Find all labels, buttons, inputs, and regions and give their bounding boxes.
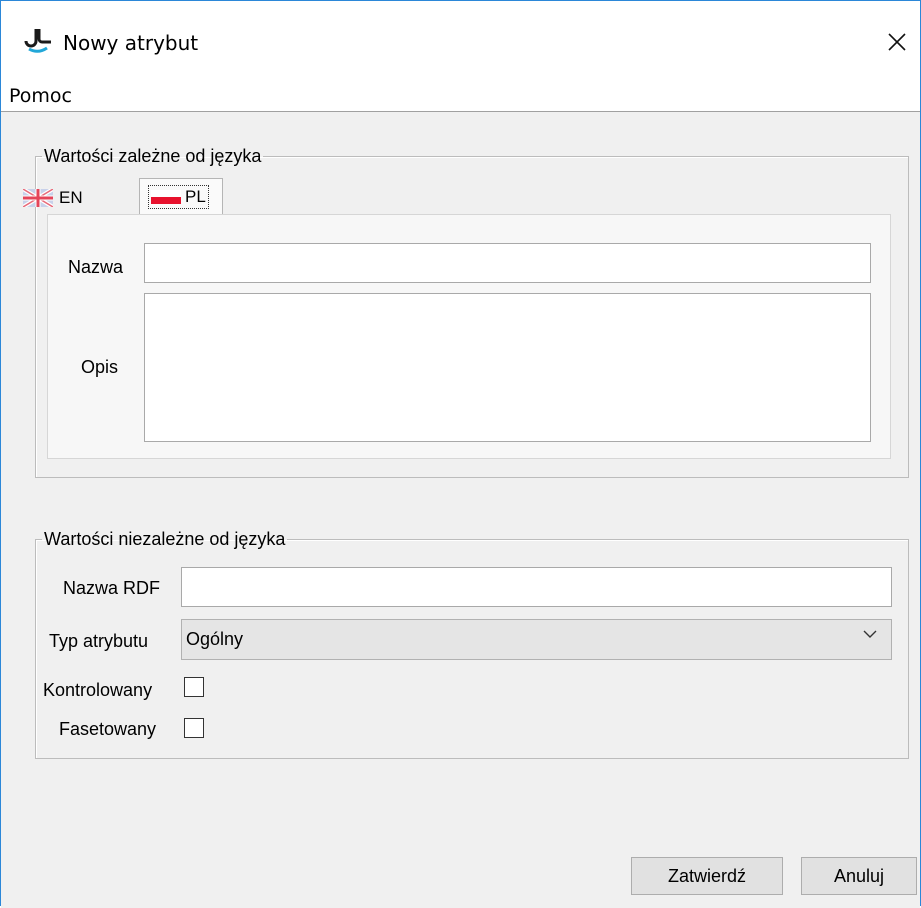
chevron-down-icon — [863, 630, 877, 638]
rdf-name-label: Nazwa RDF — [63, 578, 161, 598]
rdf-name-input[interactable] — [181, 567, 892, 607]
tab-en-label: EN — [59, 188, 83, 207]
faceted-label: Fasetowany — [59, 719, 157, 739]
attribute-type-value: Ogólny — [186, 629, 244, 649]
tab-pl-focus: PL — [148, 185, 209, 209]
group-title-language: Wartości zależne od języka — [44, 146, 262, 166]
tab-pl-label: PL — [185, 187, 206, 206]
poland-flag-icon — [151, 190, 181, 204]
app-logo-icon — [24, 29, 51, 53]
tab-en[interactable]: EN — [19, 183, 135, 213]
attribute-type-label: Typ atrybutu — [49, 631, 149, 651]
name-input[interactable] — [144, 243, 871, 283]
tab-pl[interactable]: PL — [139, 178, 223, 215]
title-bar: Nowy atrybut — [1, 1, 920, 65]
cancel-button[interactable]: Anuluj — [801, 857, 917, 895]
close-button[interactable] — [877, 23, 917, 61]
controlled-checkbox[interactable] — [184, 677, 204, 697]
confirm-button[interactable]: Zatwierdź — [631, 857, 783, 895]
controlled-label: Kontrolowany — [43, 680, 153, 700]
name-label: Nazwa — [68, 257, 124, 277]
group-title-neutral: Wartości niezależne od języka — [44, 529, 286, 549]
close-icon — [888, 33, 906, 51]
menu-bar: Pomoc — [1, 77, 920, 112]
dialog-window: Nowy atrybut Pomoc Wartości zależne od j… — [0, 0, 921, 908]
description-textarea[interactable] — [144, 293, 871, 442]
menu-item-help[interactable]: Pomoc — [9, 85, 72, 107]
uk-flag-icon — [23, 189, 53, 207]
dialog-content: Wartości zależne od języka EN PL Nazwa O… — [1, 112, 920, 908]
attribute-type-select[interactable]: Ogólny — [181, 619, 892, 660]
window-title: Nowy atrybut — [63, 31, 199, 55]
faceted-checkbox[interactable] — [184, 718, 204, 738]
description-label: Opis — [81, 357, 119, 377]
